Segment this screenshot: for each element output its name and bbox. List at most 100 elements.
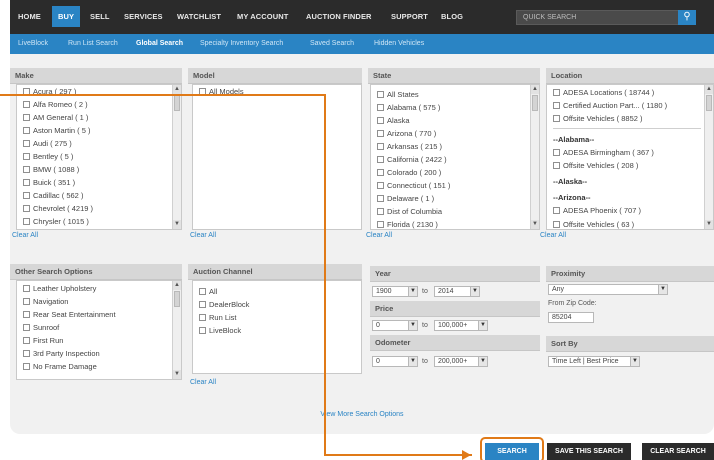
scroll-thumb[interactable] <box>532 95 538 111</box>
make-option[interactable]: Buick ( 351 ) <box>23 178 75 187</box>
other-option[interactable]: Sunroof <box>23 323 59 332</box>
state-option[interactable]: Delaware ( 1 ) <box>377 194 434 203</box>
state-option[interactable]: Alabama ( 575 ) <box>377 103 440 112</box>
make-option[interactable]: BMW ( 1088 ) <box>23 165 79 174</box>
make-list[interactable]: Acura ( 297 ) Alfa Romeo ( 2 ) AM Genera… <box>16 84 182 230</box>
save-search-button[interactable]: SAVE THIS SEARCH <box>547 443 631 460</box>
auction-channel-list[interactable]: All DealerBlock Run List LiveBlock <box>192 280 362 374</box>
location-option[interactable]: Offsite Vehicles ( 208 ) <box>553 161 638 170</box>
subnav-hidden-vehicles[interactable]: Hidden Vehicles <box>374 40 424 47</box>
location-option[interactable]: Offsite Vehicles ( 63 ) <box>553 220 634 229</box>
nav-home[interactable]: HOME <box>18 12 41 21</box>
auction-option[interactable]: All <box>199 287 217 296</box>
state-option[interactable]: Florida ( 2130 ) <box>377 220 438 229</box>
make-option[interactable]: AM General ( 1 ) <box>23 113 88 122</box>
state-option[interactable]: Dist of Columbia <box>377 207 442 216</box>
other-option[interactable]: Navigation <box>23 297 68 306</box>
model-list[interactable]: All Models <box>192 84 362 230</box>
sort-by-select[interactable]: Time Left | Best Price ▼ <box>548 356 640 367</box>
other-option[interactable]: Leather Upholstery <box>23 284 96 293</box>
location-scrollbar[interactable]: ▲ ▼ <box>704 85 713 229</box>
auction-option[interactable]: LiveBlock <box>199 326 241 335</box>
search-icon[interactable]: ⚲ <box>678 10 696 25</box>
view-more-options-link[interactable]: View More Search Options <box>10 411 714 423</box>
state-option[interactable]: Alaska <box>377 116 410 125</box>
location-option[interactable]: Offsite Vehicles ( 8852 ) <box>553 114 643 123</box>
subnav-liveblock[interactable]: LiveBlock <box>18 40 48 47</box>
location-option[interactable]: ADESA Locations ( 18744 ) <box>553 88 654 97</box>
price-to-select[interactable]: 100,000+ ▼ <box>434 320 488 331</box>
odometer-to-select[interactable]: 200,000+ ▼ <box>434 356 488 367</box>
other-option[interactable]: No Frame Damage <box>23 362 97 371</box>
subnav-specialty-inventory[interactable]: Specialty Inventory Search <box>200 40 283 47</box>
zip-code-input[interactable]: 85204 <box>548 312 594 323</box>
price-from-select[interactable]: 0 ▼ <box>372 320 418 331</box>
year-to-label: to <box>422 288 428 295</box>
scroll-up-icon[interactable]: ▲ <box>173 281 181 290</box>
quick-search-input[interactable]: QUICK SEARCH <box>516 10 696 25</box>
location-option[interactable]: Certified Auction Part... ( 1180 ) <box>553 101 667 110</box>
nav-my-account[interactable]: MY ACCOUNT <box>237 12 288 21</box>
make-scrollbar[interactable]: ▲ ▼ <box>172 85 181 229</box>
state-option[interactable]: Colorado ( 200 ) <box>377 168 441 177</box>
year-from-select[interactable]: 1900 ▼ <box>372 286 418 297</box>
nav-blog[interactable]: BLOG <box>441 12 463 21</box>
clear-search-button[interactable]: CLEAR SEARCH <box>642 443 714 460</box>
state-option[interactable]: Connecticut ( 151 ) <box>377 181 450 190</box>
scroll-thumb[interactable] <box>706 95 712 111</box>
make-clear-all[interactable]: Clear All <box>12 232 38 239</box>
year-to-select[interactable]: 2014 ▼ <box>434 286 480 297</box>
state-option[interactable]: California ( 2422 ) <box>377 155 447 164</box>
scroll-down-icon[interactable]: ▼ <box>173 370 181 379</box>
scroll-thumb[interactable] <box>174 291 180 307</box>
state-clear-all[interactable]: Clear All <box>366 232 392 239</box>
model-clear-all[interactable]: Clear All <box>190 232 216 239</box>
nav-buy[interactable]: BUY <box>52 6 81 27</box>
scroll-up-icon[interactable]: ▲ <box>173 85 181 94</box>
location-option[interactable]: ADESA Birmingham ( 367 ) <box>553 148 654 157</box>
location-option[interactable]: ADESA Phoenix ( 707 ) <box>553 206 641 215</box>
make-option[interactable]: Aston Martin ( 5 ) <box>23 126 91 135</box>
chevron-down-icon: ▼ <box>408 357 417 366</box>
auction-option[interactable]: Run List <box>199 313 237 322</box>
nav-sell[interactable]: SELL <box>90 12 110 21</box>
model-header: Model <box>188 68 362 84</box>
state-option[interactable]: Arkansas ( 215 ) <box>377 142 442 151</box>
other-option[interactable]: Rear Seat Entertainment <box>23 310 116 319</box>
location-clear-all[interactable]: Clear All <box>540 232 566 239</box>
other-option[interactable]: 3rd Party Inspection <box>23 349 100 358</box>
nav-auction-finder[interactable]: AUCTION FINDER <box>306 12 372 21</box>
state-scrollbar[interactable]: ▲ ▼ <box>530 85 539 229</box>
scroll-up-icon[interactable]: ▲ <box>705 85 713 94</box>
subnav-run-list-search[interactable]: Run List Search <box>68 40 118 47</box>
make-option[interactable]: Chrysler ( 1015 ) <box>23 217 89 226</box>
state-option[interactable]: Arizona ( 770 ) <box>377 129 436 138</box>
make-option[interactable]: Chevrolet ( 4219 ) <box>23 204 93 213</box>
scroll-down-icon[interactable]: ▼ <box>705 220 713 229</box>
scroll-down-icon[interactable]: ▼ <box>173 220 181 229</box>
subnav-global-search[interactable]: Global Search <box>136 40 183 47</box>
other-options-scrollbar[interactable]: ▲ ▼ <box>172 281 181 379</box>
make-option[interactable]: Cadillac ( 562 ) <box>23 191 83 200</box>
make-option[interactable]: Alfa Romeo ( 2 ) <box>23 100 88 109</box>
scroll-thumb[interactable] <box>174 95 180 111</box>
nav-watchlist[interactable]: WATCHLIST <box>177 12 221 21</box>
subnav-saved-search[interactable]: Saved Search <box>310 40 354 47</box>
make-option[interactable]: Audi ( 275 ) <box>23 139 72 148</box>
state-option[interactable]: All States <box>377 90 419 99</box>
other-option[interactable]: First Run <box>23 336 63 345</box>
search-button[interactable]: SEARCH <box>485 443 539 460</box>
nav-support[interactable]: SUPPORT <box>391 12 428 21</box>
location-header: Location <box>546 68 714 84</box>
other-options-list[interactable]: Leather Upholstery Navigation Rear Seat … <box>16 280 182 380</box>
proximity-select[interactable]: Any ▼ <box>548 284 668 295</box>
make-option[interactable]: Bentley ( 5 ) <box>23 152 73 161</box>
auction-clear-all[interactable]: Clear All <box>190 379 216 386</box>
location-list[interactable]: ADESA Locations ( 18744 ) Certified Auct… <box>546 84 714 230</box>
nav-services[interactable]: SERVICES <box>124 12 163 21</box>
scroll-up-icon[interactable]: ▲ <box>531 85 539 94</box>
state-list[interactable]: All States Alabama ( 575 ) Alaska Arizon… <box>370 84 540 230</box>
odometer-from-select[interactable]: 0 ▼ <box>372 356 418 367</box>
auction-option[interactable]: DealerBlock <box>199 300 249 309</box>
scroll-down-icon[interactable]: ▼ <box>531 220 539 229</box>
